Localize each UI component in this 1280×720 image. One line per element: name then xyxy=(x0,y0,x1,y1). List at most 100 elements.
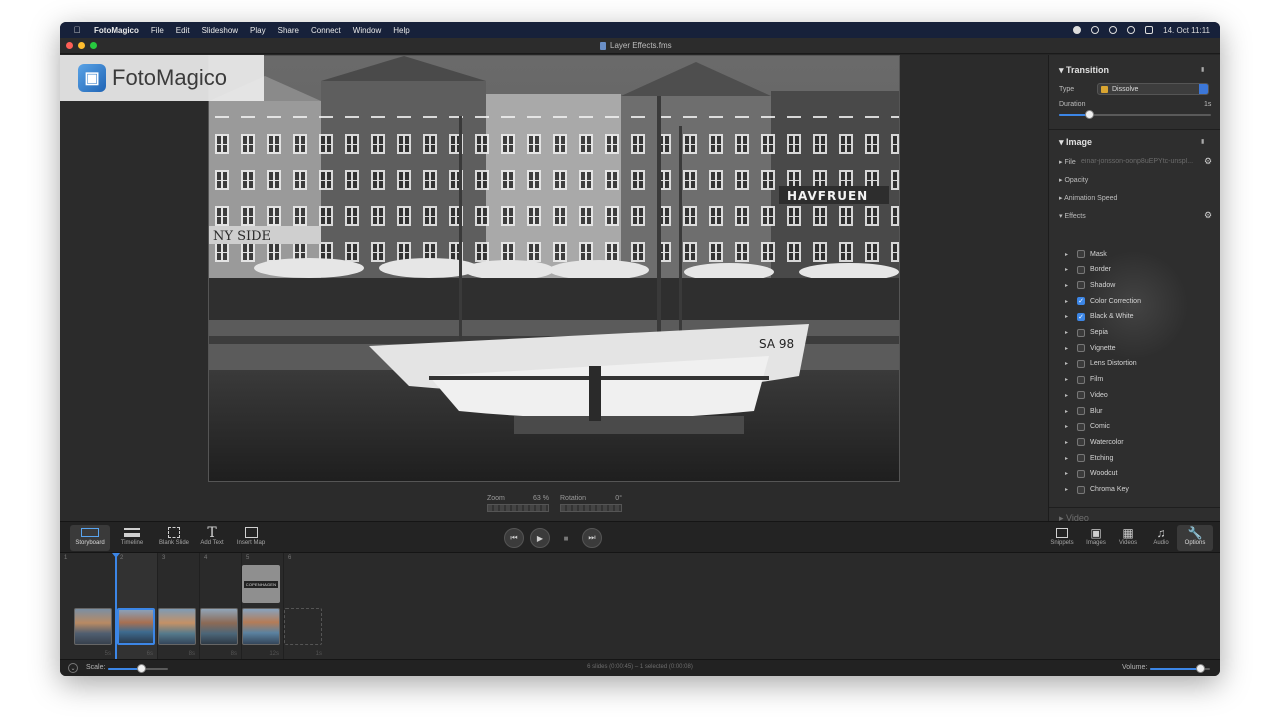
disclosure-triangle-icon[interactable]: ▸ xyxy=(1065,298,1075,305)
video-section-header[interactable]: ▸ Video xyxy=(1059,513,1089,521)
image-section-header[interactable]: ▾ Image xyxy=(1059,137,1092,148)
menu-connect[interactable]: Connect xyxy=(311,26,341,35)
disclosure-triangle-icon[interactable]: ▸ xyxy=(1065,345,1075,352)
disclosure-triangle-icon[interactable]: ▸ xyxy=(1065,392,1075,399)
effect-row-woodcut[interactable]: ▸ Woodcut xyxy=(1065,468,1118,480)
effect-checkbox[interactable]: ✓ xyxy=(1077,312,1085,321)
images-button[interactable]: ▣ Images xyxy=(1078,525,1114,551)
slide-slot[interactable]: 4 8s xyxy=(200,553,242,659)
file-gear-icon[interactable]: ⚙ xyxy=(1204,156,1212,167)
text-layer-thumbnail[interactable]: COPENHAGEN xyxy=(242,565,280,603)
disclosure-triangle-icon[interactable]: ▸ xyxy=(1065,423,1075,430)
play-status-icon[interactable] xyxy=(1109,26,1118,34)
storyboard[interactable]: 1 5s 2 6s 3 8s 4 8s 5 12s COPENHAGEN 6 1… xyxy=(60,553,1220,659)
slide-thumbnail-selected[interactable] xyxy=(117,608,155,645)
effect-row-mask[interactable]: ▸ Mask xyxy=(1065,248,1107,260)
effect-row-shadow[interactable]: ▸ Shadow xyxy=(1065,279,1115,291)
user-icon[interactable] xyxy=(1127,26,1136,34)
slide-slot[interactable]: 1 5s xyxy=(60,553,116,659)
disclosure-triangle-icon[interactable]: ▸ xyxy=(1065,329,1075,336)
effect-row-color-correction[interactable]: ▸ ✓ Color Correction xyxy=(1065,295,1141,307)
playhead[interactable] xyxy=(112,553,120,659)
pin-icon[interactable]: ▮ xyxy=(1201,66,1204,73)
blank-slide-button[interactable]: Blank Slide xyxy=(154,525,194,551)
rewind-button[interactable]: ⏮ xyxy=(504,528,524,548)
slide-thumbnail[interactable] xyxy=(74,608,112,645)
pin-icon[interactable]: ▮ xyxy=(1201,138,1204,145)
effect-checkbox[interactable]: ✓ xyxy=(1077,297,1085,306)
effect-row-sepia[interactable]: ▸ Sepia xyxy=(1065,327,1108,339)
slide-image[interactable]: NY SIDE HAVFRUEN SA 98 xyxy=(208,55,900,482)
effect-checkbox[interactable] xyxy=(1077,469,1085,478)
effect-row-chroma-key[interactable]: ▸ Chroma Key xyxy=(1065,484,1129,496)
play-button[interactable]: ▶ xyxy=(530,528,550,548)
disclosure-triangle-icon[interactable]: ▸ xyxy=(1065,251,1075,258)
slide-thumbnail[interactable] xyxy=(242,608,280,645)
disclosure-triangle-icon[interactable]: ▸ xyxy=(1065,266,1075,273)
effect-row-video[interactable]: ▸ Video xyxy=(1065,389,1108,401)
disclosure-triangle-icon[interactable]: ▸ xyxy=(1065,282,1075,289)
menubar-clock[interactable]: 14. Oct 11:11 xyxy=(1163,26,1210,35)
effect-row-lens-distortion[interactable]: ▸ Lens Distortion xyxy=(1065,358,1137,370)
opacity-disclosure[interactable]: ▸ Opacity xyxy=(1059,176,1088,184)
menu-play[interactable]: Play xyxy=(250,26,266,35)
record-icon[interactable] xyxy=(1073,26,1082,34)
fast-forward-button[interactable]: ⏭ xyxy=(582,528,602,548)
rotation-control[interactable]: Rotation 0° xyxy=(560,495,622,512)
effect-checkbox[interactable] xyxy=(1077,328,1085,337)
videos-button[interactable]: ▦ Videos xyxy=(1110,525,1146,551)
effect-row-comic[interactable]: ▸ Comic xyxy=(1065,421,1110,433)
menu-help[interactable]: Help xyxy=(393,26,409,35)
effect-checkbox[interactable] xyxy=(1077,281,1085,290)
transition-section-header[interactable]: ▾ Transition xyxy=(1059,65,1109,76)
stage-canvas[interactable]: NY SIDE HAVFRUEN SA 98 ▣ FotoMagico Zoom… xyxy=(60,55,1048,521)
empty-slide-placeholder[interactable] xyxy=(284,608,322,645)
effect-checkbox[interactable] xyxy=(1077,250,1085,258)
disclosure-triangle-icon[interactable]: ▸ xyxy=(1065,313,1075,320)
effect-checkbox[interactable] xyxy=(1077,485,1085,494)
effect-checkbox[interactable] xyxy=(1077,344,1085,353)
stop-button[interactable]: ■ xyxy=(556,528,576,548)
disclosure-triangle-icon[interactable]: ▸ xyxy=(1065,376,1075,383)
effect-row-etching[interactable]: ▸ Etching xyxy=(1065,452,1113,464)
effect-row-black-white[interactable]: ▸ ✓ Black & White xyxy=(1065,311,1134,323)
disclosure-triangle-icon[interactable]: ▸ xyxy=(1065,360,1075,367)
menu-edit[interactable]: Edit xyxy=(176,26,190,35)
transition-type-select[interactable]: Dissolve xyxy=(1097,83,1209,95)
effect-checkbox[interactable] xyxy=(1077,438,1085,447)
effect-row-film[interactable]: ▸ Film xyxy=(1065,374,1103,386)
effect-checkbox[interactable] xyxy=(1077,407,1085,415)
storyboard-button[interactable]: Storyboard xyxy=(70,525,110,551)
add-text-button[interactable]: T Add Text xyxy=(192,525,232,551)
effects-gear-icon[interactable]: ⚙ xyxy=(1204,210,1212,221)
menu-file[interactable]: File xyxy=(151,26,164,35)
minimize-window-button[interactable] xyxy=(78,42,85,49)
effect-checkbox[interactable] xyxy=(1077,359,1085,368)
effect-checkbox[interactable] xyxy=(1077,422,1085,431)
control-center-icon[interactable] xyxy=(1145,26,1154,34)
duration-slider-knob[interactable] xyxy=(1085,110,1095,119)
rotation-slider[interactable] xyxy=(560,504,622,512)
snippets-button[interactable]: Snippets xyxy=(1044,525,1080,551)
close-window-button[interactable] xyxy=(66,42,73,49)
options-button[interactable]: 🔧 Options xyxy=(1177,525,1213,551)
effect-row-watercolor[interactable]: ▸ Watercolor xyxy=(1065,436,1124,448)
slide-thumbnail[interactable] xyxy=(200,608,238,645)
menu-share[interactable]: Share xyxy=(278,26,299,35)
audio-button[interactable]: ♫ Audio xyxy=(1143,525,1179,551)
zoom-slider[interactable] xyxy=(487,504,549,512)
menu-window[interactable]: Window xyxy=(353,26,381,35)
effect-row-vignette[interactable]: ▸ Vignette xyxy=(1065,342,1116,354)
slide-thumbnail[interactable] xyxy=(158,608,196,645)
slide-slot-selected[interactable]: 2 6s xyxy=(116,553,158,659)
disclosure-triangle-icon[interactable]: ▸ xyxy=(1065,470,1075,477)
timeline-button[interactable]: Timeline xyxy=(112,525,152,551)
insert-map-button[interactable]: Insert Map xyxy=(231,525,271,551)
slide-slot[interactable]: 3 8s xyxy=(158,553,200,659)
animation-speed-disclosure[interactable]: ▸ Animation Speed xyxy=(1059,194,1117,202)
menu-app-name[interactable]: FotoMagico xyxy=(94,26,139,35)
disclosure-triangle-icon[interactable]: ▸ xyxy=(1065,455,1075,462)
effect-row-blur[interactable]: ▸ Blur xyxy=(1065,405,1102,417)
disclosure-triangle-icon[interactable]: ▸ xyxy=(1065,486,1075,493)
zoom-control[interactable]: Zoom 63 % xyxy=(487,495,549,512)
